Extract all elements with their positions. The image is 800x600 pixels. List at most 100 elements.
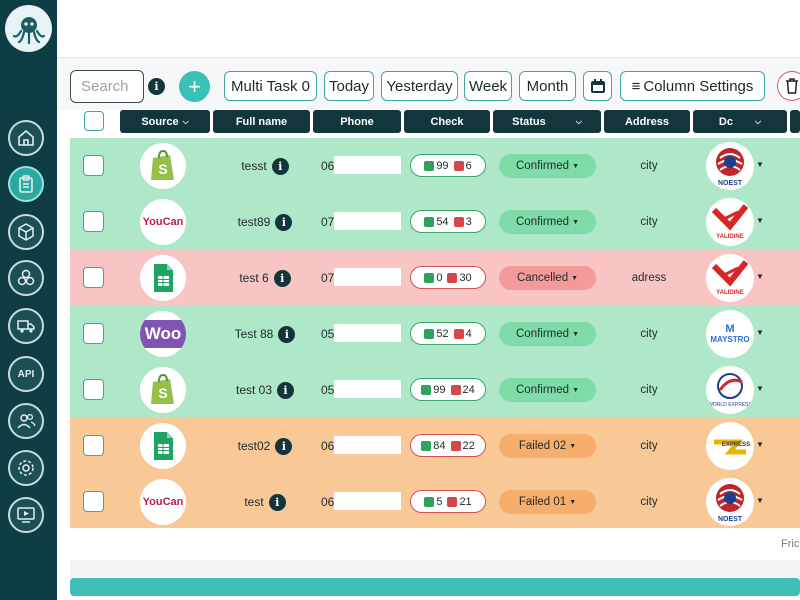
source-badge: S <box>140 143 186 189</box>
nav-tutorials[interactable] <box>8 497 44 533</box>
address-cell: city <box>640 440 658 452</box>
row-checkbox[interactable] <box>83 155 104 176</box>
delivery-company-logo[interactable]: EXPRESS <box>706 422 754 470</box>
customer-name-cell: test02 i <box>210 418 320 474</box>
status-dropdown[interactable]: Confirmed ▼ <box>499 322 596 346</box>
column-more[interactable] <box>790 110 800 133</box>
delivered-box-icon <box>424 496 435 507</box>
returned-box-icon <box>453 216 464 227</box>
customer-name-cell: test i <box>210 474 320 530</box>
delivery-company-logo[interactable]: NOEST <box>706 478 754 526</box>
status-dropdown[interactable]: Cancelled ▼ <box>499 266 596 290</box>
customer-info-icon[interactable]: i <box>268 493 286 511</box>
delivery-company-logo[interactable]: M MAYSTRO <box>706 310 754 358</box>
table-row[interactable]: Woo Test 88 i 05 52 4 Confirmed ▼ city M… <box>70 306 800 362</box>
noest-logo-icon: NOEST <box>716 148 744 187</box>
chevron-down-icon[interactable]: ▼ <box>756 384 764 393</box>
customer-info-icon[interactable]: i <box>275 213 293 231</box>
chevron-down-icon[interactable]: ▼ <box>756 328 764 337</box>
column-source[interactable]: Source ⌵ <box>120 110 210 133</box>
nav-stock[interactable] <box>8 260 44 296</box>
delivery-company-logo[interactable]: YALIDINE <box>706 198 754 246</box>
check-ko-count: 3 <box>465 215 472 228</box>
check-stats-pill[interactable]: 5 21 <box>410 490 486 513</box>
column-full-name[interactable]: Full name <box>213 110 310 133</box>
check-stats-pill[interactable]: 99 6 <box>410 154 486 177</box>
octopus-logo[interactable] <box>5 5 52 52</box>
chevron-down-icon[interactable]: ▼ <box>756 440 764 449</box>
customer-info-icon[interactable]: i <box>275 437 293 455</box>
yesterday-filter-button[interactable]: Yesterday <box>381 71 458 101</box>
customer-info-icon[interactable]: i <box>271 157 289 175</box>
select-all-checkbox[interactable] <box>84 111 104 131</box>
horizontal-scrollbar[interactable] <box>70 578 800 596</box>
column-check[interactable]: Check <box>404 110 490 133</box>
add-order-button[interactable]: + <box>179 71 210 102</box>
sidebar: API <box>0 0 57 600</box>
svg-text:S: S <box>158 161 167 177</box>
status-dropdown[interactable]: Confirmed ▼ <box>499 154 596 178</box>
column-settings-button[interactable]: ≡ Column Settings <box>620 71 765 101</box>
status-label: Failed 02 <box>518 440 567 452</box>
today-filter-button[interactable]: Today <box>324 71 374 101</box>
table-row[interactable]: S test 03 i 05 99 24 Confirmed ▼ city WO… <box>70 362 800 418</box>
row-checkbox[interactable] <box>83 211 104 232</box>
row-checkbox[interactable] <box>83 267 104 288</box>
check-stats-pill[interactable]: 54 3 <box>410 210 486 233</box>
customer-name: test 6 <box>239 271 269 285</box>
delivery-company-logo[interactable]: NOEST <box>706 142 754 190</box>
nav-users[interactable] <box>8 403 44 439</box>
customer-name: test 03 <box>235 383 273 397</box>
delivery-company-logo[interactable]: WORLD EXPRESS <box>706 366 754 414</box>
delivery-company-logo[interactable]: YALIDINE <box>706 254 754 302</box>
row-checkbox[interactable] <box>83 379 104 400</box>
check-stats-pill[interactable]: 0 30 <box>410 266 486 289</box>
nav-products[interactable] <box>8 214 44 250</box>
row-checkbox[interactable] <box>83 323 104 344</box>
check-stats-pill[interactable]: 52 4 <box>410 322 486 345</box>
customer-name: test <box>244 495 264 509</box>
nav-api[interactable]: API <box>8 356 44 392</box>
customer-info-icon[interactable]: i <box>278 325 296 343</box>
search-info-icon[interactable]: i <box>148 78 165 95</box>
status-dropdown[interactable]: Failed 01 ▼ <box>499 490 596 514</box>
column-phone[interactable]: Phone <box>313 110 401 133</box>
table-row[interactable]: test 6 i 07 0 30 Cancelled ▼ adress YALI… <box>70 250 800 306</box>
status-label: Confirmed <box>516 216 570 228</box>
column-address[interactable]: Address <box>604 110 690 133</box>
column-status[interactable]: Status ⌵ <box>493 110 601 133</box>
chevron-down-icon[interactable]: ▼ <box>756 160 764 169</box>
customer-info-icon[interactable]: i <box>273 269 291 287</box>
calendar-button[interactable] <box>583 71 612 101</box>
month-filter-button[interactable]: Month <box>519 71 576 101</box>
table-row[interactable]: YouCan test i 06 5 21 Failed 01 ▼ city N… <box>70 474 800 530</box>
chevron-down-icon[interactable]: ▼ <box>756 496 764 505</box>
chevron-down-icon[interactable]: ▼ <box>756 272 764 281</box>
column-dc[interactable]: Dc ⌵ <box>693 110 787 133</box>
multi-task-button[interactable]: Multi Task 0 <box>224 71 317 101</box>
nav-settings[interactable] <box>8 450 44 486</box>
search-input[interactable]: Search <box>70 70 144 103</box>
status-dropdown[interactable]: Failed 02 ▼ <box>499 434 596 458</box>
check-ko-count: 30 <box>459 271 472 284</box>
nav-shipping[interactable] <box>8 308 44 344</box>
table-footer <box>70 528 800 558</box>
phone-masked <box>334 380 401 398</box>
table-row[interactable]: YouCan test89 i 07 54 3 Confirmed ▼ city… <box>70 194 800 250</box>
google-sheets-icon <box>154 264 173 292</box>
customer-info-icon[interactable]: i <box>277 381 295 399</box>
check-stats-pill[interactable]: 99 24 <box>410 378 486 401</box>
source-badge: YouCan <box>140 479 186 525</box>
status-dropdown[interactable]: Confirmed ▼ <box>499 378 596 402</box>
nav-orders[interactable] <box>8 166 44 202</box>
status-dropdown[interactable]: Confirmed ▼ <box>499 210 596 234</box>
row-checkbox[interactable] <box>83 435 104 456</box>
week-filter-button[interactable]: Week <box>464 71 512 101</box>
table-row[interactable]: test02 i 06 84 22 Failed 02 ▼ city EXPRE… <box>70 418 800 474</box>
row-checkbox[interactable] <box>83 491 104 512</box>
nav-home[interactable] <box>8 120 44 156</box>
check-stats-pill[interactable]: 84 22 <box>410 434 486 457</box>
table-row[interactable]: S tesst i 06 99 6 Confirmed ▼ city NOEST… <box>70 138 800 194</box>
chevron-down-icon[interactable]: ▼ <box>756 216 764 225</box>
delete-button[interactable] <box>777 71 800 101</box>
